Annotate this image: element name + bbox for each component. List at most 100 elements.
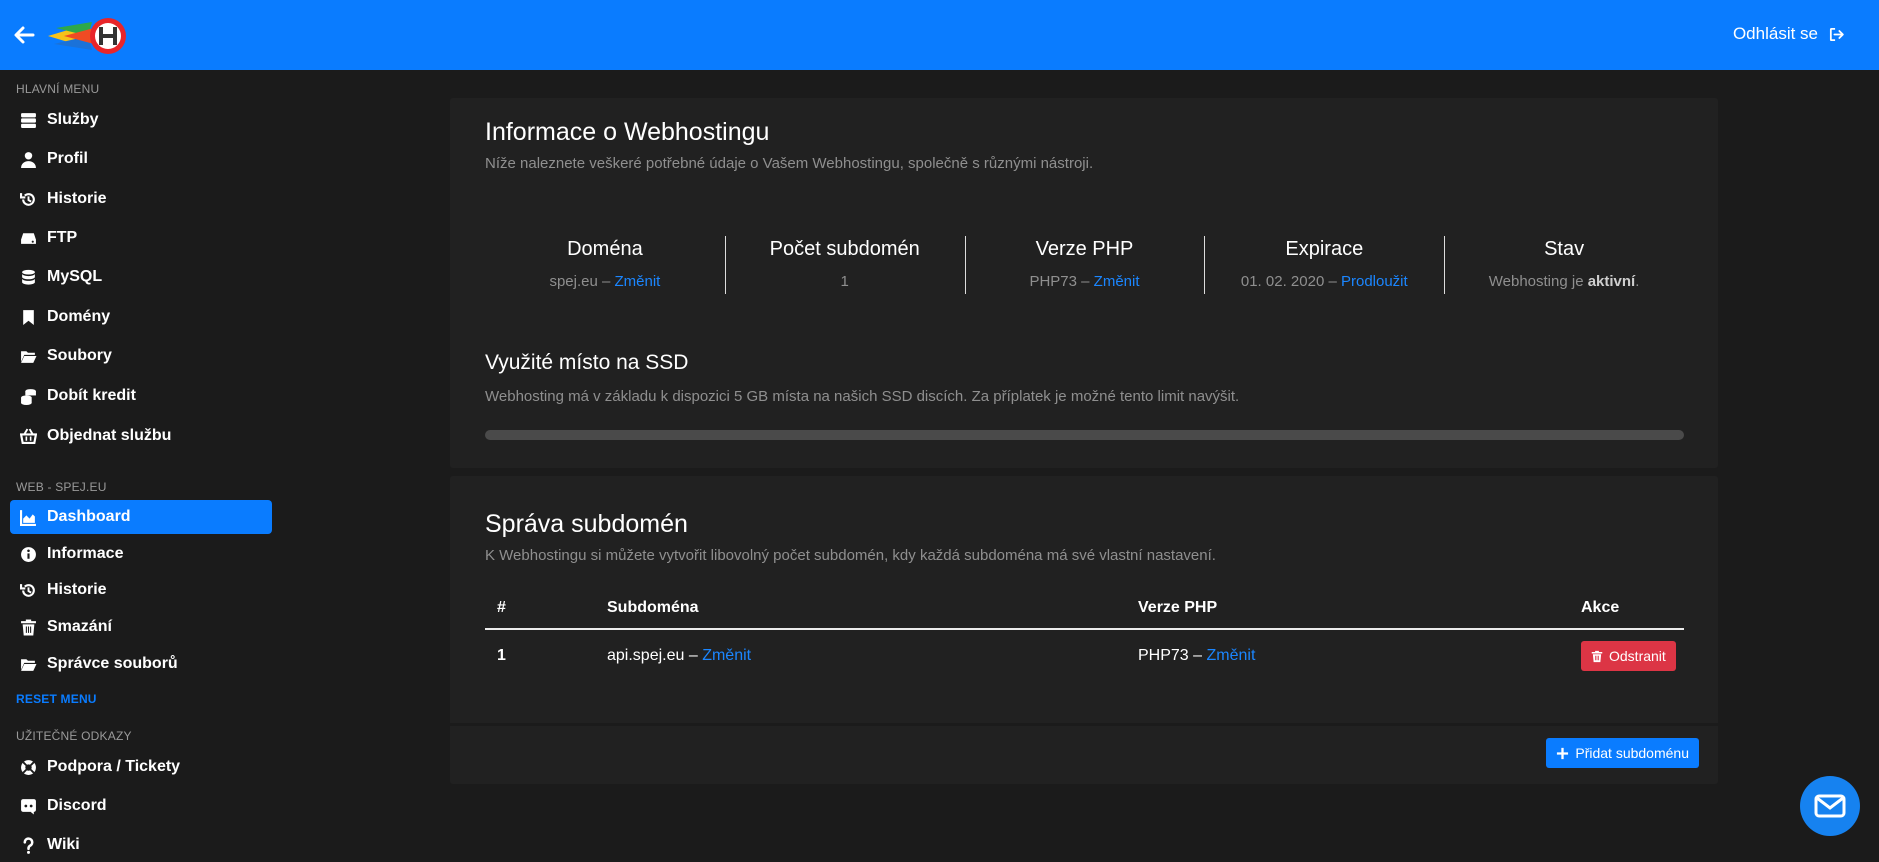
sidebar-item-delete[interactable]: Smazání [10, 610, 272, 644]
subdomains-card: Správa subdomén K Webhostingu si můžete … [450, 476, 1718, 784]
logout-button[interactable]: Odhlásit se [1733, 24, 1845, 44]
sidebar-item-label: MySQL [47, 268, 103, 285]
basket-icon [20, 428, 37, 444]
stat-expiration: Expirace 01. 02. 2020 – Prodloužit [1204, 236, 1444, 294]
change-subdomain-php-link[interactable]: Změnit [1207, 647, 1256, 664]
sidebar-item-information[interactable]: Informace [10, 537, 272, 571]
ssd-usage-bar [485, 430, 1684, 440]
row-action: Odstranit [1580, 629, 1684, 682]
lifebuoy-icon [21, 759, 36, 775]
sidebar-item-discord[interactable]: Discord [10, 789, 272, 823]
trash-icon [21, 619, 36, 635]
info-card: Informace o Webhostingu Níže naleznete v… [450, 98, 1718, 468]
col-php: Verze PHP [1137, 587, 1580, 630]
delete-subdomain-button[interactable]: Odstranit [1581, 641, 1676, 671]
sidebar-item-label: FTP [47, 229, 78, 246]
separator: – [684, 647, 703, 664]
ssd-subtitle: Webhosting má v základu k dispozici 5 GB… [485, 388, 1240, 405]
separator: – [1076, 273, 1094, 290]
sidebar-item-wiki[interactable]: Wiki [10, 828, 272, 862]
sidebar-item-order[interactable]: Objednat službu [10, 419, 272, 453]
envelope-icon [1814, 794, 1846, 818]
sidebar-item-domains[interactable]: Domény [10, 300, 272, 334]
section-web: WEB - SPEJ.EU [16, 480, 107, 494]
php-value: PHP73 [1029, 273, 1077, 290]
stat-head: Stav [1544, 238, 1585, 260]
sidebar-item-files[interactable]: Soubory [10, 339, 272, 373]
section-main-menu: HLAVNÍ MENU [16, 82, 100, 96]
coins-icon [21, 388, 36, 405]
sign-out-icon [1829, 27, 1844, 41]
subdomains-title: Správa subdomén [485, 510, 688, 538]
stat-value: 1 [840, 273, 849, 290]
stat-value: 01. 02. 2020 – Prodloužit [1204, 273, 1444, 290]
row-php: PHP73 – Změnit [1137, 629, 1580, 682]
stat-head: Doména [567, 238, 643, 260]
sidebar-item-label: Správce souborů [47, 655, 178, 672]
sidebar-item-file-manager[interactable]: Správce souborů [10, 647, 272, 681]
database-icon [22, 269, 35, 285]
stat-subdomain-count: Počet subdomén 1 [724, 236, 965, 294]
info-subtitle: Níže naleznete veškeré potřebné údaje o … [485, 155, 1094, 172]
row-subdomain: api.spej.eu – Změnit [606, 629, 1137, 682]
extend-link[interactable]: Prodloužit [1341, 273, 1408, 290]
stat-status: Stav Webhosting je aktivní. [1444, 236, 1684, 294]
change-subdomain-link[interactable]: Změnit [702, 647, 751, 664]
sidebar-item-label: Discord [47, 797, 107, 814]
subdomains-table: # Subdoména Verze PHP Akce 1 api.spej.eu… [485, 587, 1684, 682]
sidebar-item-label: Profil [47, 150, 88, 167]
sidebar-item-label: Smazání [47, 618, 112, 635]
sidebar-item-dashboard[interactable]: Dashboard [10, 500, 272, 534]
user-icon [21, 151, 36, 168]
sidebar-item-label: Objednat službu [47, 427, 172, 444]
row-number: 1 [497, 647, 506, 664]
ssd-title: Využité místo na SSD [485, 351, 689, 374]
sidebar-item-credit[interactable]: Dobít kredit [10, 379, 272, 413]
sidebar-item-ftp[interactable]: FTP [10, 221, 272, 255]
question-icon [23, 836, 34, 854]
sidebar-item-label: Domény [47, 308, 111, 325]
trash-icon [1591, 650, 1603, 662]
sidebar-item-support[interactable]: Podpora / Tickety [10, 750, 272, 784]
php-version: PHP73 [1138, 647, 1189, 664]
change-php-link[interactable]: Změnit [1094, 273, 1140, 290]
stat-head: Verze PHP [1035, 238, 1134, 260]
sidebar-item-services[interactable]: Služby [10, 103, 272, 137]
col-subdomain: Subdoména [606, 587, 1137, 630]
status-suffix: . [1635, 273, 1640, 290]
history-icon [20, 583, 35, 597]
card-divider [450, 723, 1718, 726]
bookmark-icon [23, 309, 34, 325]
back-arrow-icon[interactable] [12, 23, 38, 47]
add-subdomain-button[interactable]: Přidat subdoménu [1546, 738, 1699, 768]
plus-icon [1557, 747, 1569, 759]
stat-value: Webhosting je aktivní. [1444, 273, 1684, 290]
sidebar-item-history[interactable]: Historie [10, 182, 272, 216]
sidebar: HLAVNÍ MENU Služby Profil Historie FTP M… [0, 70, 282, 856]
hdd-icon [21, 232, 36, 244]
stat-head: Expirace [1285, 238, 1364, 260]
separator: – [1188, 647, 1207, 664]
top-bar: Odhlásit se [0, 0, 1879, 70]
logout-label: Odhlásit se [1732, 24, 1818, 43]
sidebar-item-label: Dobít kredit [47, 387, 136, 404]
sidebar-item-label: Služby [47, 111, 99, 128]
add-subdomain-label: Přidat subdoménu [1575, 745, 1689, 761]
logo[interactable] [48, 14, 134, 58]
table-header-row: # Subdoména Verze PHP Akce [485, 587, 1684, 630]
sidebar-item-profile[interactable]: Profil [10, 142, 272, 176]
sidebar-item-label: Historie [47, 581, 107, 598]
reset-menu-link[interactable]: RESET MENU [16, 692, 97, 706]
change-domain-link[interactable]: Změnit [615, 273, 661, 290]
section-useful-links: UŽITEČNÉ ODKAZY [16, 729, 132, 743]
stat-value: spej.eu – Změnit [485, 273, 725, 290]
sidebar-item-mysql[interactable]: MySQL [10, 260, 272, 294]
sidebar-item-web-history[interactable]: Historie [10, 573, 272, 607]
stat-domain: Doména spej.eu – Změnit [485, 236, 725, 294]
contact-chat-button[interactable] [1800, 776, 1860, 836]
info-circle-icon [21, 546, 36, 562]
col-number: # [485, 587, 606, 630]
col-action: Akce [1580, 587, 1684, 630]
server-icon [21, 112, 36, 128]
subdomain-name: api.spej.eu [607, 647, 685, 664]
